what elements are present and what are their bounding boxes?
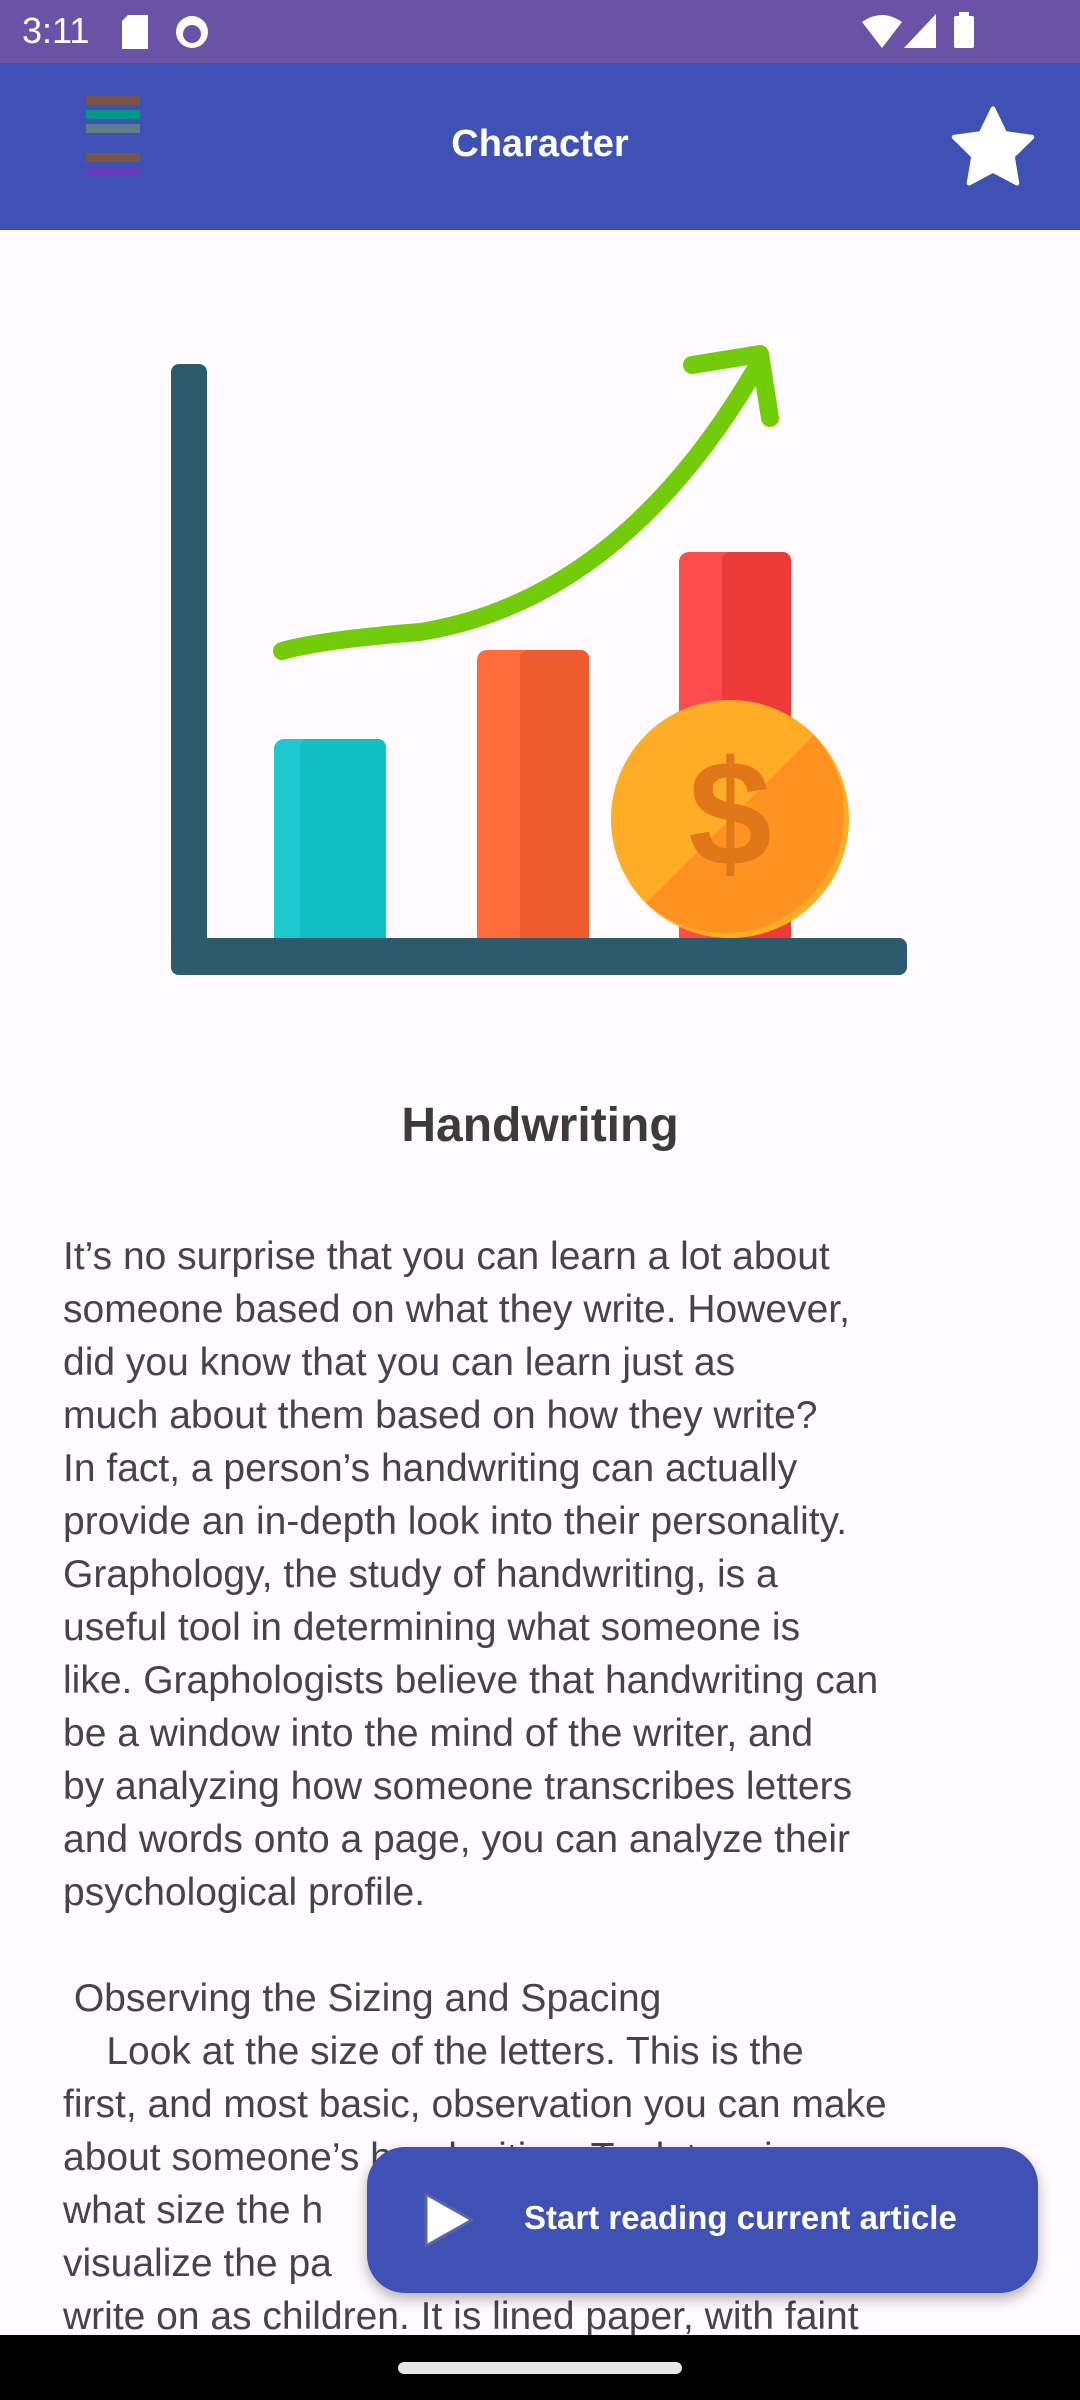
notification-icon [176,16,208,48]
chart-growth-illustration: $ [171,345,907,975]
navigation-bar [0,2335,1080,2400]
article-line [63,1919,887,1972]
article-line: provide an in-depth look into their pers… [63,1500,848,1543]
article-line: Look at the size of the letters. This is… [63,2030,804,2073]
wifi-icon [862,15,902,48]
article-line: by analyzing how someone transcribes let… [63,1765,853,1808]
article-line: It’s no surprise that you can learn a lo… [63,1235,830,1278]
start-reading-button[interactable]: Start reading current article [367,2147,1038,2293]
status-time: 3:11 [22,10,90,51]
signal-icon [904,14,936,48]
app-bar: Character [0,63,1080,230]
article-line: like. Graphologists believe that handwri… [63,1659,879,1702]
axis-x [171,938,907,975]
article-line: useful tool in determining what someone … [63,1606,801,1649]
article-line: and words onto a page, you can analyze t… [63,1818,851,1861]
battery-icon [954,12,974,48]
article-line: much about them based on how they write? [63,1394,818,1437]
status-bar: 3:11 [0,0,1080,63]
article-line: psychological profile. [63,1871,426,1914]
article-line: Observing the Sizing and Spacing [63,1977,662,2020]
svg-text:$: $ [688,729,771,897]
article-line: first, and most basic, observation you c… [63,2083,887,2126]
article-title: Handwriting [401,1099,679,1152]
home-gesture-handle[interactable] [398,2362,682,2374]
axis-y [171,364,207,975]
page-title: Character [451,123,629,165]
article-line: did you know that you can learn just as [63,1341,736,1384]
article-line: Graphology, the study of handwriting, is… [63,1553,778,1596]
article-line: In fact, a person’s handwriting can actu… [63,1447,798,1490]
article-line: someone based on what they write. Howeve… [63,1288,850,1331]
play-icon [424,2192,474,2248]
article-line: be a window into the mind of the writer,… [63,1712,814,1755]
start-reading-label: Start reading current article [524,2199,957,2236]
sd-card-icon [122,15,148,49]
star-icon[interactable] [946,103,1040,193]
